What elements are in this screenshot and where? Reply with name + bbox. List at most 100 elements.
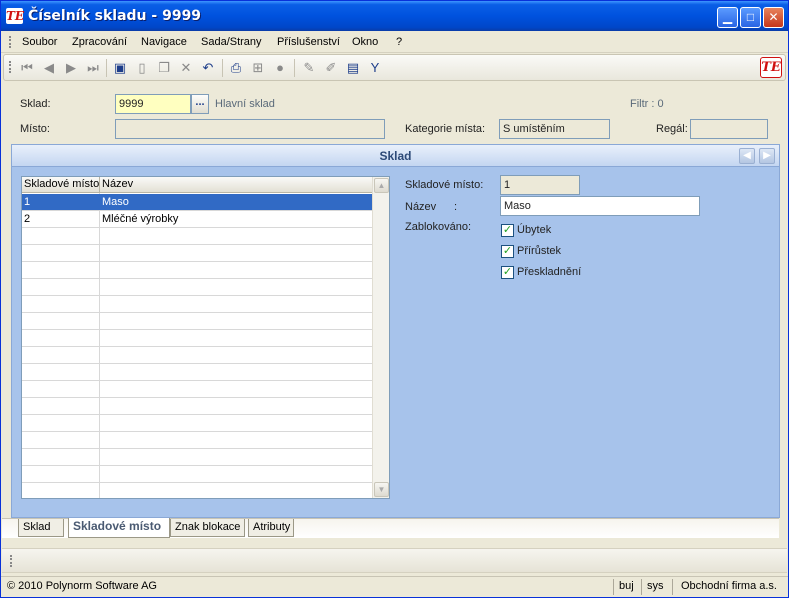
- tab-sklad[interactable]: Sklad: [18, 519, 64, 537]
- edit-icon[interactable]: ✎: [300, 59, 318, 77]
- tree-icon[interactable]: ⊞: [249, 59, 267, 77]
- toolbar-separator: [294, 59, 295, 77]
- misto-grid: Skladové místo Název 1 Maso 2 Mléčné výr…: [21, 176, 390, 499]
- minimize-button[interactable]: ▁: [717, 7, 738, 28]
- empty-row[interactable]: [22, 398, 373, 415]
- empty-row[interactable]: [22, 466, 373, 483]
- filter-count: Filtr : 0: [630, 98, 664, 110]
- copy-icon[interactable]: ❐: [155, 59, 173, 77]
- menu-navigace[interactable]: Navigace: [141, 36, 187, 48]
- empty-row[interactable]: [22, 262, 373, 279]
- sklad-name: Hlavní sklad: [215, 98, 275, 110]
- empty-row[interactable]: [22, 245, 373, 262]
- delete-icon[interactable]: ✕: [177, 59, 195, 77]
- empty-row[interactable]: [22, 364, 373, 381]
- empty-row[interactable]: [22, 330, 373, 347]
- app-logo-icon: TE: [6, 8, 25, 24]
- minimize-icon: ▁: [722, 10, 733, 24]
- empty-row[interactable]: [22, 432, 373, 449]
- first-record-icon[interactable]: ⏮: [18, 59, 36, 77]
- print-icon[interactable]: ⎙: [227, 59, 245, 77]
- table-row[interactable]: 1 Maso: [22, 194, 373, 211]
- last-record-icon[interactable]: ⏭: [84, 59, 102, 77]
- tab-skladove-misto[interactable]: Skladové místo: [68, 518, 170, 538]
- prev-record-icon[interactable]: ◀: [40, 59, 58, 77]
- title-bar[interactable]: TE Číselník skladu - 9999 ▁ □ ✕: [1, 1, 788, 31]
- scroll-down-icon[interactable]: ▼: [374, 482, 389, 497]
- detail-nazev-label: Název: [405, 201, 437, 213]
- check-icon: ✓: [502, 224, 513, 236]
- panel-next-icon[interactable]: ▶: [759, 148, 775, 164]
- toolbar-grip-icon[interactable]: [9, 61, 11, 73]
- empty-row[interactable]: [22, 449, 373, 466]
- menu-zpracovani[interactable]: Zpracování: [72, 36, 127, 48]
- status-system: sys: [647, 580, 664, 592]
- menu-sada-strany[interactable]: Sada/Strany: [201, 36, 262, 48]
- close-icon: ✕: [768, 10, 779, 24]
- new-document-icon[interactable]: ▯: [133, 59, 151, 77]
- status-bar: © 2010 Polynorm Software AG buj sys Obch…: [1, 576, 788, 597]
- ubytek-checkbox[interactable]: ✓: [501, 224, 514, 237]
- empty-row[interactable]: [22, 347, 373, 364]
- menu-prislusenstvi[interactable]: Příslušenství: [277, 36, 340, 48]
- sklad-lookup-button[interactable]: ...: [191, 94, 209, 114]
- zablokovano-label: Zablokováno:: [405, 221, 472, 233]
- empty-row[interactable]: [22, 296, 373, 313]
- undo-icon[interactable]: ↶: [199, 59, 217, 77]
- status-company: Obchodní firma a.s.: [681, 580, 777, 592]
- detail-nazev-colon: :: [454, 201, 458, 213]
- empty-row[interactable]: [22, 415, 373, 432]
- sklad-panel: Sklad ◀ ▶ Skladové místo Název 1 Maso 2 …: [11, 144, 780, 518]
- toolbar: ⏮ ◀ ▶ ⏭ ▣ ▯ ❐ ✕ ↶ ⎙ ⊞ ● ✎ ✐ ▤ Y TE: [3, 54, 786, 81]
- scroll-up-icon[interactable]: ▲: [374, 178, 389, 193]
- stop-icon[interactable]: ●: [271, 59, 289, 77]
- check-icon: ✓: [502, 245, 513, 257]
- misto-label: Místo:: [20, 123, 50, 135]
- detail-misto-field[interactable]: 1: [500, 175, 580, 195]
- preskladneni-label[interactable]: Přeskladnění: [517, 266, 581, 278]
- maximize-button[interactable]: □: [740, 7, 761, 28]
- empty-row[interactable]: [22, 228, 373, 245]
- cell-misto: 2: [24, 213, 31, 225]
- column-header-misto[interactable]: Skladové místo: [24, 178, 99, 190]
- close-button[interactable]: ✕: [763, 7, 784, 28]
- empty-row[interactable]: [22, 483, 373, 498]
- preskladneni-checkbox[interactable]: ✓: [501, 266, 514, 279]
- regal-input[interactable]: [690, 119, 768, 139]
- detail-nazev-input[interactable]: Maso: [500, 196, 700, 216]
- save-icon[interactable]: ▣: [111, 59, 129, 77]
- menu-help[interactable]: ?: [396, 36, 402, 48]
- filter-icon[interactable]: Y: [366, 59, 384, 77]
- kategorie-field[interactable]: S umístěním: [499, 119, 610, 139]
- pen-icon[interactable]: ✐: [322, 59, 340, 77]
- misto-input[interactable]: [115, 119, 385, 139]
- menu-grip-icon[interactable]: [9, 36, 11, 48]
- status-separator: [672, 579, 673, 595]
- empty-row[interactable]: [22, 279, 373, 296]
- prirustek-checkbox[interactable]: ✓: [501, 245, 514, 258]
- panel-prev-icon[interactable]: ◀: [739, 148, 755, 164]
- app-window: TE Číselník skladu - 9999 ▁ □ ✕ Soubor Z…: [0, 0, 789, 598]
- empty-row[interactable]: [22, 313, 373, 330]
- tab-znak-blokace[interactable]: Znak blokace: [170, 519, 245, 537]
- prirustek-label[interactable]: Přírůstek: [517, 245, 561, 257]
- status-copyright: © 2010 Polynorm Software AG: [7, 580, 157, 592]
- empty-row[interactable]: [22, 381, 373, 398]
- sklad-input[interactable]: 9999: [115, 94, 191, 114]
- grid-scrollbar[interactable]: ▲ ▼: [372, 177, 389, 498]
- tab-strip: Sklad Skladové místo Znak blokace Atribu…: [2, 518, 779, 538]
- footer-grip-icon[interactable]: [10, 555, 12, 567]
- table-row[interactable]: 2 Mléčné výrobky: [22, 211, 373, 228]
- next-record-icon[interactable]: ▶: [62, 59, 80, 77]
- status-user: buj: [619, 580, 634, 592]
- menu-soubor[interactable]: Soubor: [22, 36, 57, 48]
- menu-okno[interactable]: Okno: [352, 36, 378, 48]
- toolbar-separator: [222, 59, 223, 77]
- ubytek-label[interactable]: Úbytek: [517, 224, 551, 236]
- menu-bar: Soubor Zpracování Navigace Sada/Strany P…: [1, 31, 788, 53]
- column-divider[interactable]: [99, 177, 100, 193]
- column-header-nazev[interactable]: Název: [102, 178, 133, 190]
- check-icon: ✓: [502, 266, 513, 278]
- export-icon[interactable]: ▤: [344, 59, 362, 77]
- tab-atributy[interactable]: Atributy: [248, 519, 294, 537]
